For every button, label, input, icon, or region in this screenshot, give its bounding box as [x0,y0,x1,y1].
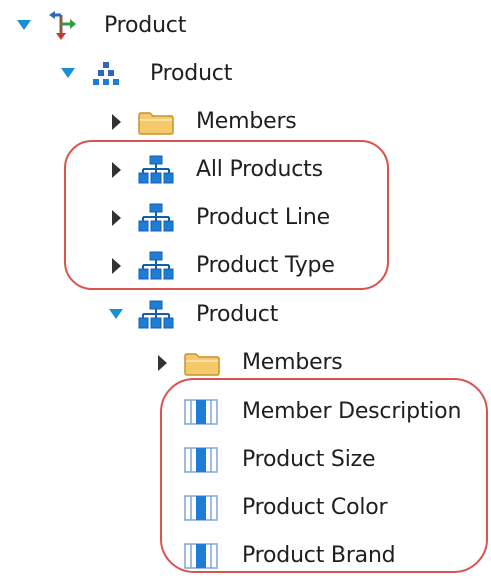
tree-node-attribute[interactable]: Member Description [0,388,491,436]
hierarchy-label: Product [150,61,233,86]
attribute-label: Member Description [242,399,462,424]
attribute-column-icon [184,543,218,569]
attribute-column-icon [184,399,218,425]
attribute-column-icon [184,495,218,521]
tree-node-members[interactable]: Members [0,339,491,387]
level-hierarchy-icon [138,155,174,185]
attribute-label: Product Color [242,495,388,520]
tree-node-hierarchy-product[interactable]: Product [0,50,491,98]
level-hierarchy-icon [138,203,174,233]
hierarchy-icon [92,61,120,87]
attribute-label: Product Size [242,447,376,472]
tree-node-dimension-product[interactable]: Product [0,2,491,50]
level-label: Product Line [196,205,330,230]
level-label: Product [196,302,279,327]
expanded-arrow-icon[interactable] [14,2,34,50]
attribute-label: Product Brand [242,543,396,568]
folder-icon [138,111,174,135]
tree-node-members[interactable]: Members [0,98,491,146]
collapsed-arrow-icon[interactable] [106,98,126,146]
tree-node-level-product-line[interactable]: Product Line [0,194,491,242]
tree-node-level-all-products[interactable]: All Products [0,146,491,194]
level-hierarchy-icon [138,251,174,281]
tree-node-attribute[interactable]: Product Size [0,436,491,484]
collapsed-arrow-icon[interactable] [106,242,126,290]
tree-node-level-product[interactable]: Product [0,291,491,339]
collapsed-arrow-icon[interactable] [106,194,126,242]
tree-node-attribute[interactable]: Product Color [0,484,491,532]
members-label: Members [242,350,343,375]
expanded-arrow-icon[interactable] [106,291,126,339]
level-label: All Products [196,157,323,182]
tree-node-level-product-type[interactable]: Product Type [0,242,491,290]
dimension-label: Product [104,13,187,38]
folder-icon [184,352,220,376]
tree-node-attribute[interactable]: Product Brand [0,532,491,580]
members-label: Members [196,109,297,134]
collapsed-arrow-icon[interactable] [152,339,172,387]
attribute-column-icon [184,447,218,473]
level-label: Product Type [196,253,335,278]
expanded-arrow-icon[interactable] [58,50,78,98]
dimension-arrows-icon [48,10,78,42]
level-hierarchy-icon [138,300,174,330]
collapsed-arrow-icon[interactable] [106,146,126,194]
